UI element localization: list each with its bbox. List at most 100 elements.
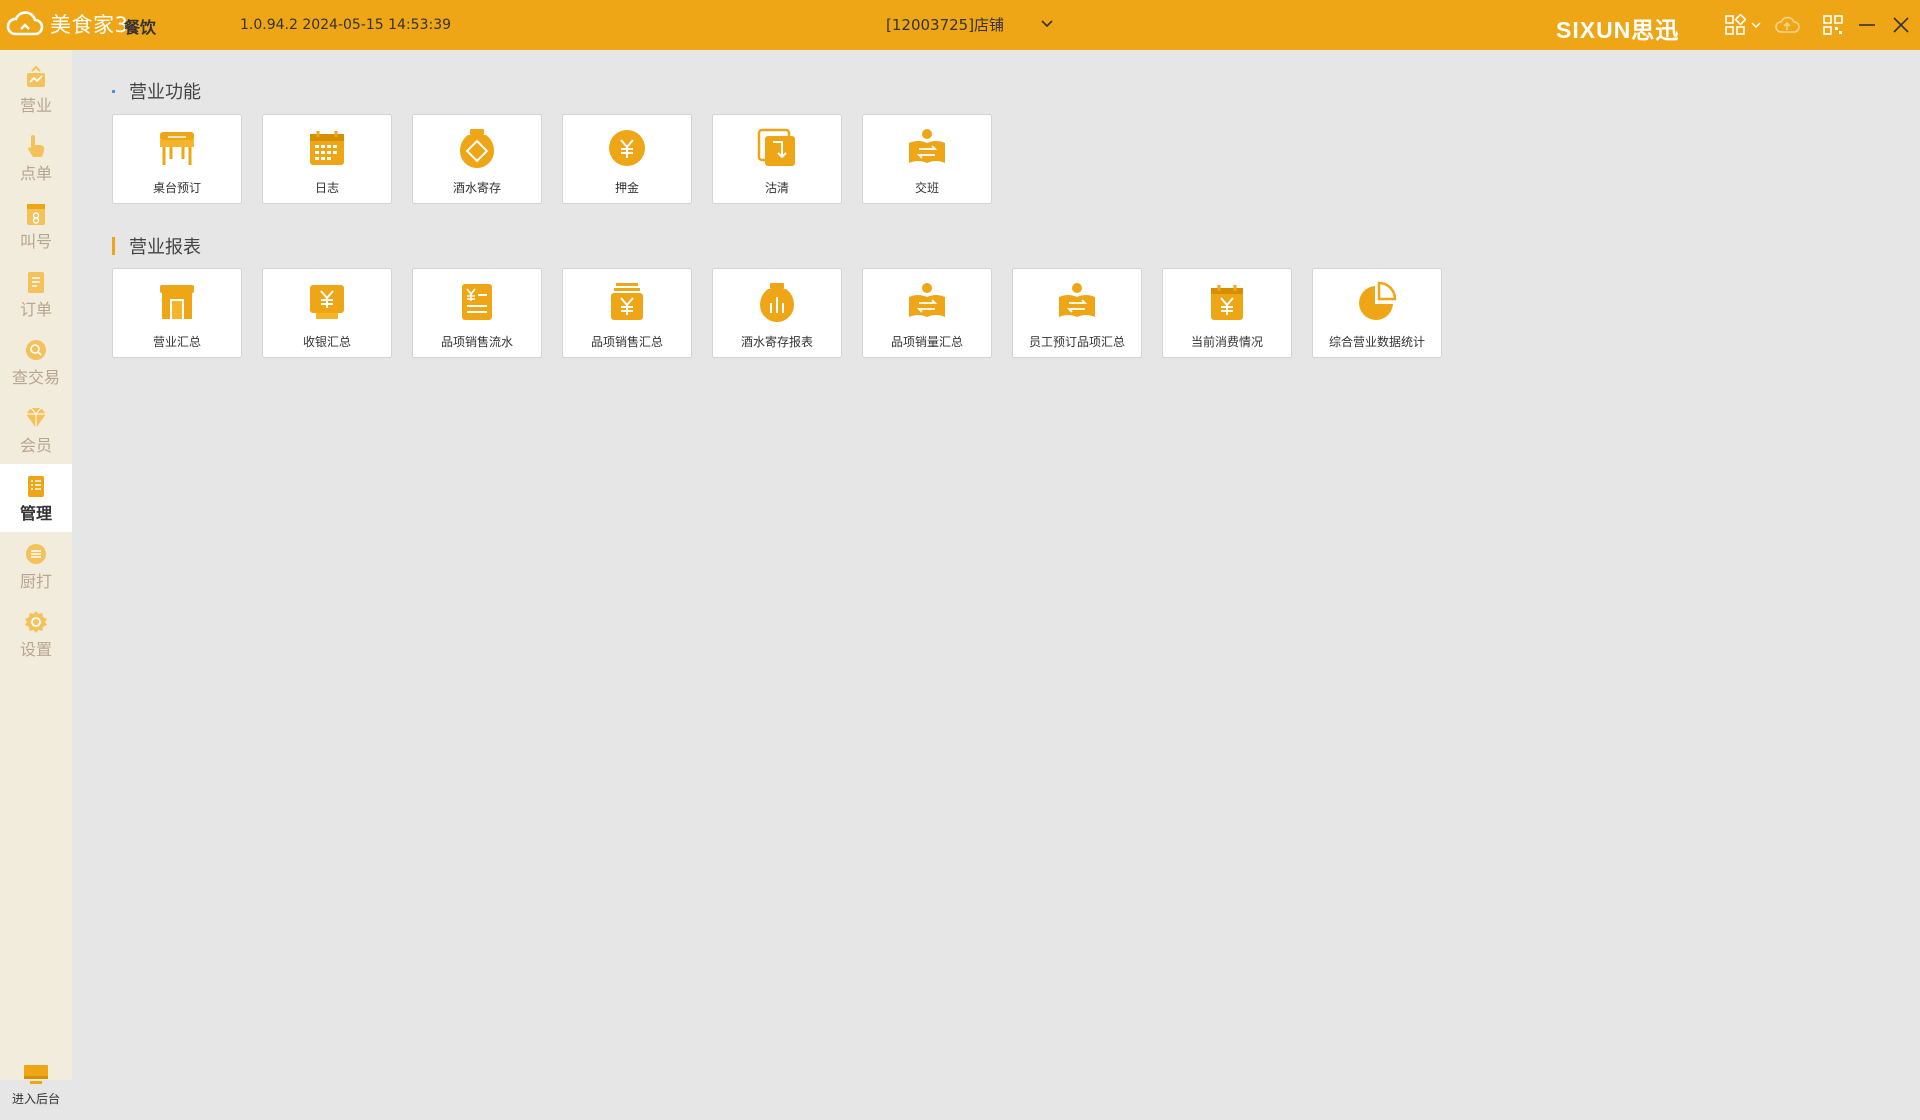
tile-cashier-summary[interactable]: 收银汇总 xyxy=(262,268,392,358)
tile-label: 品项销售流水 xyxy=(440,335,513,349)
main-content: 营业功能 桌台预订 日志 酒水寄存 押金 沽清 交班 营业报表 营业汇总 收银汇… xyxy=(72,50,1920,1080)
staff-reservation-summary-icon xyxy=(1059,283,1095,317)
tile-item-volume-summary[interactable]: 品项销量汇总 xyxy=(862,268,992,358)
sidebar-item-label: 订单 xyxy=(19,299,52,319)
sidebar-item-transactions[interactable]: 查交易 xyxy=(0,328,72,396)
tile-label: 酒水寄存 xyxy=(452,181,501,195)
tile-label: 押金 xyxy=(614,181,639,195)
tile-label: 综合营业数据统计 xyxy=(1328,335,1425,349)
enter-backend-button[interactable]: 进入后台 xyxy=(0,1064,72,1120)
version-text: 1.0.94.2 2024-05-15 14:53:39 xyxy=(240,17,452,33)
section-title-business-reports: 营业报表 xyxy=(112,233,201,259)
minimize-icon[interactable] xyxy=(1856,14,1878,36)
sidebar-item-label: 点单 xyxy=(19,163,52,183)
tile-item-sales-summary[interactable]: 品项销售汇总 xyxy=(562,268,692,358)
log-icon xyxy=(310,131,344,165)
call-number-icon xyxy=(27,203,45,225)
tile-current-consumption[interactable]: 当前消费情况 xyxy=(1162,268,1292,358)
monitor-icon xyxy=(24,1065,48,1084)
item-sales-flow-icon xyxy=(462,284,492,320)
deposit-icon xyxy=(609,130,645,166)
comprehensive-stats-icon xyxy=(1359,281,1397,320)
tile-drink-storage[interactable]: 酒水寄存 xyxy=(412,114,542,204)
settings-icon xyxy=(25,610,47,633)
tile-label: 当前消费情况 xyxy=(1190,335,1263,349)
sidebar-item-kitchen-print[interactable]: 厨打 xyxy=(0,532,72,600)
sixun-brand: SIXUN思迅 xyxy=(1556,11,1679,45)
business-functions-tiles: 桌台预订 日志 酒水寄存 押金 沽清 交班 xyxy=(112,114,992,204)
apps-dropdown-chevron-icon[interactable] xyxy=(1750,14,1762,36)
kitchen-print-icon xyxy=(26,543,46,564)
sidebar-item-orders[interactable]: 订单 xyxy=(0,260,72,328)
table-reservation-icon xyxy=(160,132,194,165)
sidebar-item-settings[interactable]: 设置 xyxy=(0,600,72,668)
business-summary-icon xyxy=(160,285,194,319)
item-sales-summary-icon xyxy=(611,283,643,320)
tile-comprehensive-stats[interactable]: 综合营业数据统计 xyxy=(1312,268,1442,358)
tile-label: 沽清 xyxy=(764,181,789,195)
order-icon xyxy=(28,134,45,157)
member-icon xyxy=(26,407,46,428)
drink-storage-report-icon xyxy=(760,283,794,322)
sidebar-item-order[interactable]: 点单 xyxy=(0,124,72,192)
enter-backend-label: 进入后台 xyxy=(11,1092,60,1106)
apps-grid-icon[interactable] xyxy=(1724,14,1746,36)
sidebar-item-label: 查交易 xyxy=(11,367,60,387)
tile-label: 品项销售汇总 xyxy=(590,335,663,349)
sidebar-item-label: 厨打 xyxy=(19,571,52,591)
store-name: [12003725]店铺 xyxy=(886,16,1005,34)
sidebar-item-member[interactable]: 会员 xyxy=(0,396,72,464)
cloud-logo-icon xyxy=(6,11,44,36)
app-name: 美食家3 xyxy=(50,13,129,37)
app-brand: 美食家3 xyxy=(6,9,128,39)
tile-label: 收银汇总 xyxy=(302,335,351,349)
tile-business-summary[interactable]: 营业汇总 xyxy=(112,268,242,358)
section-marker xyxy=(112,237,115,255)
tile-label: 营业汇总 xyxy=(152,335,201,349)
item-volume-summary-icon xyxy=(909,283,945,317)
section-title-business-functions: 营业功能 xyxy=(112,78,201,104)
business-icon xyxy=(27,65,45,87)
manage-icon xyxy=(28,475,44,497)
sidebar-item-business[interactable]: 营业 xyxy=(0,56,72,124)
tile-sold-out[interactable]: 沽清 xyxy=(712,114,842,204)
store-selector[interactable]: [12003725]店铺 xyxy=(886,14,1056,35)
orders-list-icon xyxy=(28,271,44,293)
search-transaction-icon xyxy=(26,339,46,360)
chevron-down-icon xyxy=(1041,20,1053,28)
sold-out-icon xyxy=(757,128,795,166)
tile-item-sales-flow[interactable]: 品项销售流水 xyxy=(412,268,542,358)
section-title-text: 营业报表 xyxy=(129,237,201,258)
tile-label: 日志 xyxy=(314,181,339,195)
close-icon[interactable] xyxy=(1890,14,1912,36)
sidebar-item-manage[interactable]: 管理 xyxy=(0,464,72,532)
tile-label: 员工预订品项汇总 xyxy=(1028,335,1125,349)
tile-log[interactable]: 日志 xyxy=(262,114,392,204)
cashier-summary-icon xyxy=(310,285,344,319)
sidebar-item-call-number[interactable]: 叫号 xyxy=(0,192,72,260)
section-title-text: 营业功能 xyxy=(129,82,201,103)
tile-deposit[interactable]: 押金 xyxy=(562,114,692,204)
business-reports-tiles: 营业汇总 收银汇总 品项销售流水 品项销售汇总 酒水寄存报表 品项销量汇总 员工… xyxy=(112,268,1442,358)
sixun-brand-text: SIXUN xyxy=(1556,17,1632,43)
tile-label: 酒水寄存报表 xyxy=(740,335,813,349)
sidebar-item-label: 设置 xyxy=(19,639,52,659)
title-bar: 美食家3 餐饮 1.0.94.2 2024-05-15 14:53:39 [12… xyxy=(0,0,1920,50)
app-mode-label: 餐饮 xyxy=(124,18,157,37)
sixun-brand-cn: 思迅 xyxy=(1631,17,1680,43)
current-consumption-icon xyxy=(1211,285,1243,320)
drink-storage-icon xyxy=(460,129,494,168)
tile-staff-reservation-summary[interactable]: 员工预订品项汇总 xyxy=(1012,268,1142,358)
sidebar: 营业 点单 叫号 订单 查交易 会员 管理 厨打 设置 进入后台 xyxy=(0,50,72,1106)
tile-shift-handover[interactable]: 交班 xyxy=(862,114,992,204)
tile-label: 桌台预订 xyxy=(152,181,201,195)
shift-handover-icon xyxy=(909,129,945,163)
qr-code-icon[interactable] xyxy=(1822,14,1844,36)
sidebar-item-label: 营业 xyxy=(19,95,52,115)
tile-drink-storage-report[interactable]: 酒水寄存报表 xyxy=(712,268,842,358)
section-marker xyxy=(112,89,115,93)
tile-table-reservation[interactable]: 桌台预订 xyxy=(112,114,242,204)
tile-label: 品项销量汇总 xyxy=(890,335,963,349)
tile-label: 交班 xyxy=(914,181,939,195)
cloud-sync-icon[interactable] xyxy=(1774,14,1800,36)
